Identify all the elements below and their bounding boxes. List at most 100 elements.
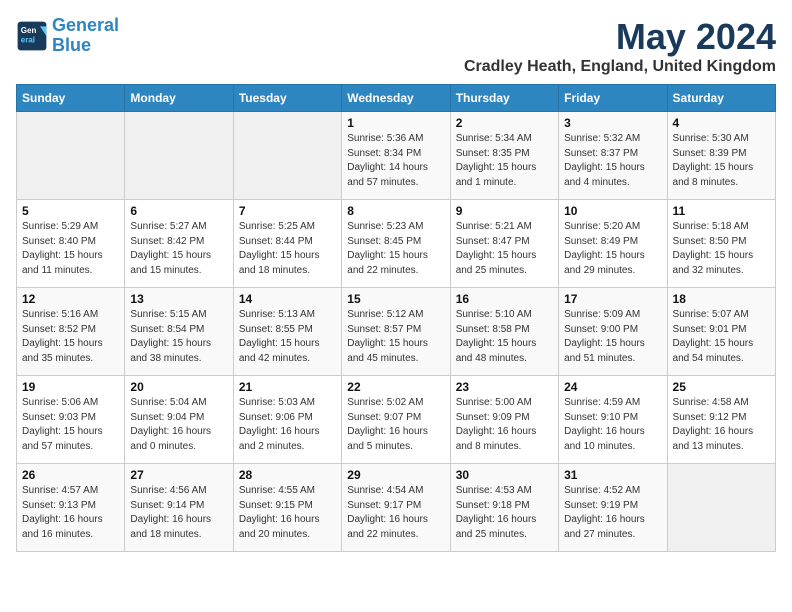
calendar-cell: 16Sunrise: 5:10 AM Sunset: 8:58 PM Dayli…	[450, 288, 558, 376]
calendar-cell: 24 Sunrise: 4:59 AM Sunset: 9:10 PM Dayli…	[559, 376, 667, 464]
day-number: 17	[564, 292, 661, 306]
day-info: Sunrise: 4:52 AM Sunset: 9:19 PM Dayligh…	[564, 484, 661, 542]
day-info: Sunrise: 5:07 AM Sunset: 9:01 PM Dayligh…	[673, 308, 770, 366]
weekday-header: Sunday	[17, 85, 125, 112]
calendar-cell: 30 Sunrise: 4:53 AM Sunset: 9:18 PM Dayli…	[450, 464, 558, 552]
day-number: 26	[22, 468, 119, 482]
calendar-cell: 18 Sunrise: 5:07 AM Sunset: 9:01 PM Dayli…	[667, 288, 775, 376]
calendar-cell: 17 Sunrise: 5:09 AM Sunset: 9:00 PM Dayli…	[559, 288, 667, 376]
calendar-cell: 14 Sunrise: 5:13 AM Sunset: 8:55 PM Dayli…	[233, 288, 341, 376]
day-info: Sunrise: 5:09 AM Sunset: 9:00 PM Dayligh…	[564, 308, 661, 366]
day-info: Sunrise: 5:23 AM Sunset: 8:45 PM Dayligh…	[347, 220, 444, 278]
weekday-header: Monday	[125, 85, 233, 112]
calendar-cell: 9 Sunrise: 5:21 AM Sunset: 8:47 PM Daylig…	[450, 200, 558, 288]
day-number: 21	[239, 380, 336, 394]
day-info: Sunrise: 4:58 AM Sunset: 9:12 PM Dayligh…	[673, 396, 770, 454]
logo-icon: Gen eral	[16, 20, 48, 52]
day-number: 30	[456, 468, 553, 482]
day-number: 16	[456, 292, 553, 306]
day-number: 4	[673, 116, 770, 130]
day-info: Sunrise: 5:21 AM Sunset: 8:47 PM Dayligh…	[456, 220, 553, 278]
calendar-cell: 27Sunrise: 4:56 AM Sunset: 9:14 PM Dayli…	[125, 464, 233, 552]
day-number: 3	[564, 116, 661, 130]
day-number: 5	[22, 204, 119, 218]
calendar-week-row: 19 Sunrise: 5:06 AM Sunset: 9:03 PM Dayli…	[17, 376, 776, 464]
calendar-table: SundayMondayTuesdayWednesdayThursdayFrid…	[16, 84, 776, 552]
day-info: Sunrise: 4:53 AM Sunset: 9:18 PM Dayligh…	[456, 484, 553, 542]
day-info: Sunrise: 5:30 AM Sunset: 8:39 PM Dayligh…	[673, 132, 770, 190]
calendar-cell: 8 Sunrise: 5:23 AM Sunset: 8:45 PM Daylig…	[342, 200, 450, 288]
calendar-week-row: 12 Sunrise: 5:16 AM Sunset: 8:52 PM Dayli…	[17, 288, 776, 376]
calendar-cell	[17, 112, 125, 200]
logo-text: General Blue	[52, 16, 119, 56]
day-info: Sunrise: 5:34 AM Sunset: 8:35 PM Dayligh…	[456, 132, 553, 190]
calendar-cell: 28Sunrise: 4:55 AM Sunset: 9:15 PM Dayli…	[233, 464, 341, 552]
day-number: 11	[673, 204, 770, 218]
day-number: 2	[456, 116, 553, 130]
weekday-header: Tuesday	[233, 85, 341, 112]
day-number: 22	[347, 380, 444, 394]
day-info: Sunrise: 4:56 AM Sunset: 9:14 PM Dayligh…	[130, 484, 227, 542]
calendar-cell: 29Sunrise: 4:54 AM Sunset: 9:17 PM Dayli…	[342, 464, 450, 552]
svg-text:eral: eral	[21, 35, 35, 44]
title-block: May 2024 Cradley Heath, England, United …	[464, 16, 776, 76]
calendar-cell	[125, 112, 233, 200]
day-info: Sunrise: 5:06 AM Sunset: 9:03 PM Dayligh…	[22, 396, 119, 454]
day-number: 29	[347, 468, 444, 482]
calendar-cell: 31 Sunrise: 4:52 AM Sunset: 9:19 PM Dayli…	[559, 464, 667, 552]
weekday-header: Saturday	[667, 85, 775, 112]
day-number: 20	[130, 380, 227, 394]
calendar-cell: 21Sunrise: 5:03 AM Sunset: 9:06 PM Dayli…	[233, 376, 341, 464]
weekday-header-row: SundayMondayTuesdayWednesdayThursdayFrid…	[17, 85, 776, 112]
day-info: Sunrise: 5:12 AM Sunset: 8:57 PM Dayligh…	[347, 308, 444, 366]
day-info: Sunrise: 5:27 AM Sunset: 8:42 PM Dayligh…	[130, 220, 227, 278]
calendar-cell: 4 Sunrise: 5:30 AM Sunset: 8:39 PM Daylig…	[667, 112, 775, 200]
calendar-week-row: 1Sunrise: 5:36 AM Sunset: 8:34 PM Daylig…	[17, 112, 776, 200]
weekday-header: Wednesday	[342, 85, 450, 112]
day-number: 1	[347, 116, 444, 130]
day-number: 8	[347, 204, 444, 218]
weekday-header: Friday	[559, 85, 667, 112]
calendar-cell: 26Sunrise: 4:57 AM Sunset: 9:13 PM Dayli…	[17, 464, 125, 552]
day-number: 7	[239, 204, 336, 218]
day-info: Sunrise: 5:13 AM Sunset: 8:55 PM Dayligh…	[239, 308, 336, 366]
day-number: 31	[564, 468, 661, 482]
calendar-cell: 3Sunrise: 5:32 AM Sunset: 8:37 PM Daylig…	[559, 112, 667, 200]
day-info: Sunrise: 5:00 AM Sunset: 9:09 PM Dayligh…	[456, 396, 553, 454]
day-number: 23	[456, 380, 553, 394]
day-number: 25	[673, 380, 770, 394]
calendar-cell: 6 Sunrise: 5:27 AM Sunset: 8:42 PM Daylig…	[125, 200, 233, 288]
calendar-week-row: 26Sunrise: 4:57 AM Sunset: 9:13 PM Dayli…	[17, 464, 776, 552]
day-info: Sunrise: 5:25 AM Sunset: 8:44 PM Dayligh…	[239, 220, 336, 278]
day-info: Sunrise: 4:55 AM Sunset: 9:15 PM Dayligh…	[239, 484, 336, 542]
day-number: 13	[130, 292, 227, 306]
day-number: 14	[239, 292, 336, 306]
day-number: 19	[22, 380, 119, 394]
calendar-cell: 2 Sunrise: 5:34 AM Sunset: 8:35 PM Daylig…	[450, 112, 558, 200]
day-info: Sunrise: 4:59 AM Sunset: 9:10 PM Dayligh…	[564, 396, 661, 454]
calendar-cell: 25 Sunrise: 4:58 AM Sunset: 9:12 PM Dayli…	[667, 376, 775, 464]
calendar-cell: 5 Sunrise: 5:29 AM Sunset: 8:40 PM Daylig…	[17, 200, 125, 288]
calendar-cell: 13Sunrise: 5:15 AM Sunset: 8:54 PM Dayli…	[125, 288, 233, 376]
calendar-cell: 19 Sunrise: 5:06 AM Sunset: 9:03 PM Dayli…	[17, 376, 125, 464]
calendar-cell: 22 Sunrise: 5:02 AM Sunset: 9:07 PM Dayli…	[342, 376, 450, 464]
calendar-cell: 23 Sunrise: 5:00 AM Sunset: 9:09 PM Dayli…	[450, 376, 558, 464]
day-number: 12	[22, 292, 119, 306]
day-number: 9	[456, 204, 553, 218]
day-number: 10	[564, 204, 661, 218]
day-number: 6	[130, 204, 227, 218]
day-info: Sunrise: 5:02 AM Sunset: 9:07 PM Dayligh…	[347, 396, 444, 454]
day-info: Sunrise: 5:16 AM Sunset: 8:52 PM Dayligh…	[22, 308, 119, 366]
calendar-cell: 10Sunrise: 5:20 AM Sunset: 8:49 PM Dayli…	[559, 200, 667, 288]
day-number: 18	[673, 292, 770, 306]
page-header: Gen eral General Blue May 2024 Cradley H…	[16, 16, 776, 76]
day-number: 24	[564, 380, 661, 394]
calendar-cell: 15Sunrise: 5:12 AM Sunset: 8:57 PM Dayli…	[342, 288, 450, 376]
calendar-cell: 12 Sunrise: 5:16 AM Sunset: 8:52 PM Dayli…	[17, 288, 125, 376]
day-info: Sunrise: 5:29 AM Sunset: 8:40 PM Dayligh…	[22, 220, 119, 278]
calendar-cell	[667, 464, 775, 552]
calendar-cell: 7 Sunrise: 5:25 AM Sunset: 8:44 PM Daylig…	[233, 200, 341, 288]
calendar-week-row: 5 Sunrise: 5:29 AM Sunset: 8:40 PM Daylig…	[17, 200, 776, 288]
calendar-cell	[233, 112, 341, 200]
day-info: Sunrise: 5:18 AM Sunset: 8:50 PM Dayligh…	[673, 220, 770, 278]
